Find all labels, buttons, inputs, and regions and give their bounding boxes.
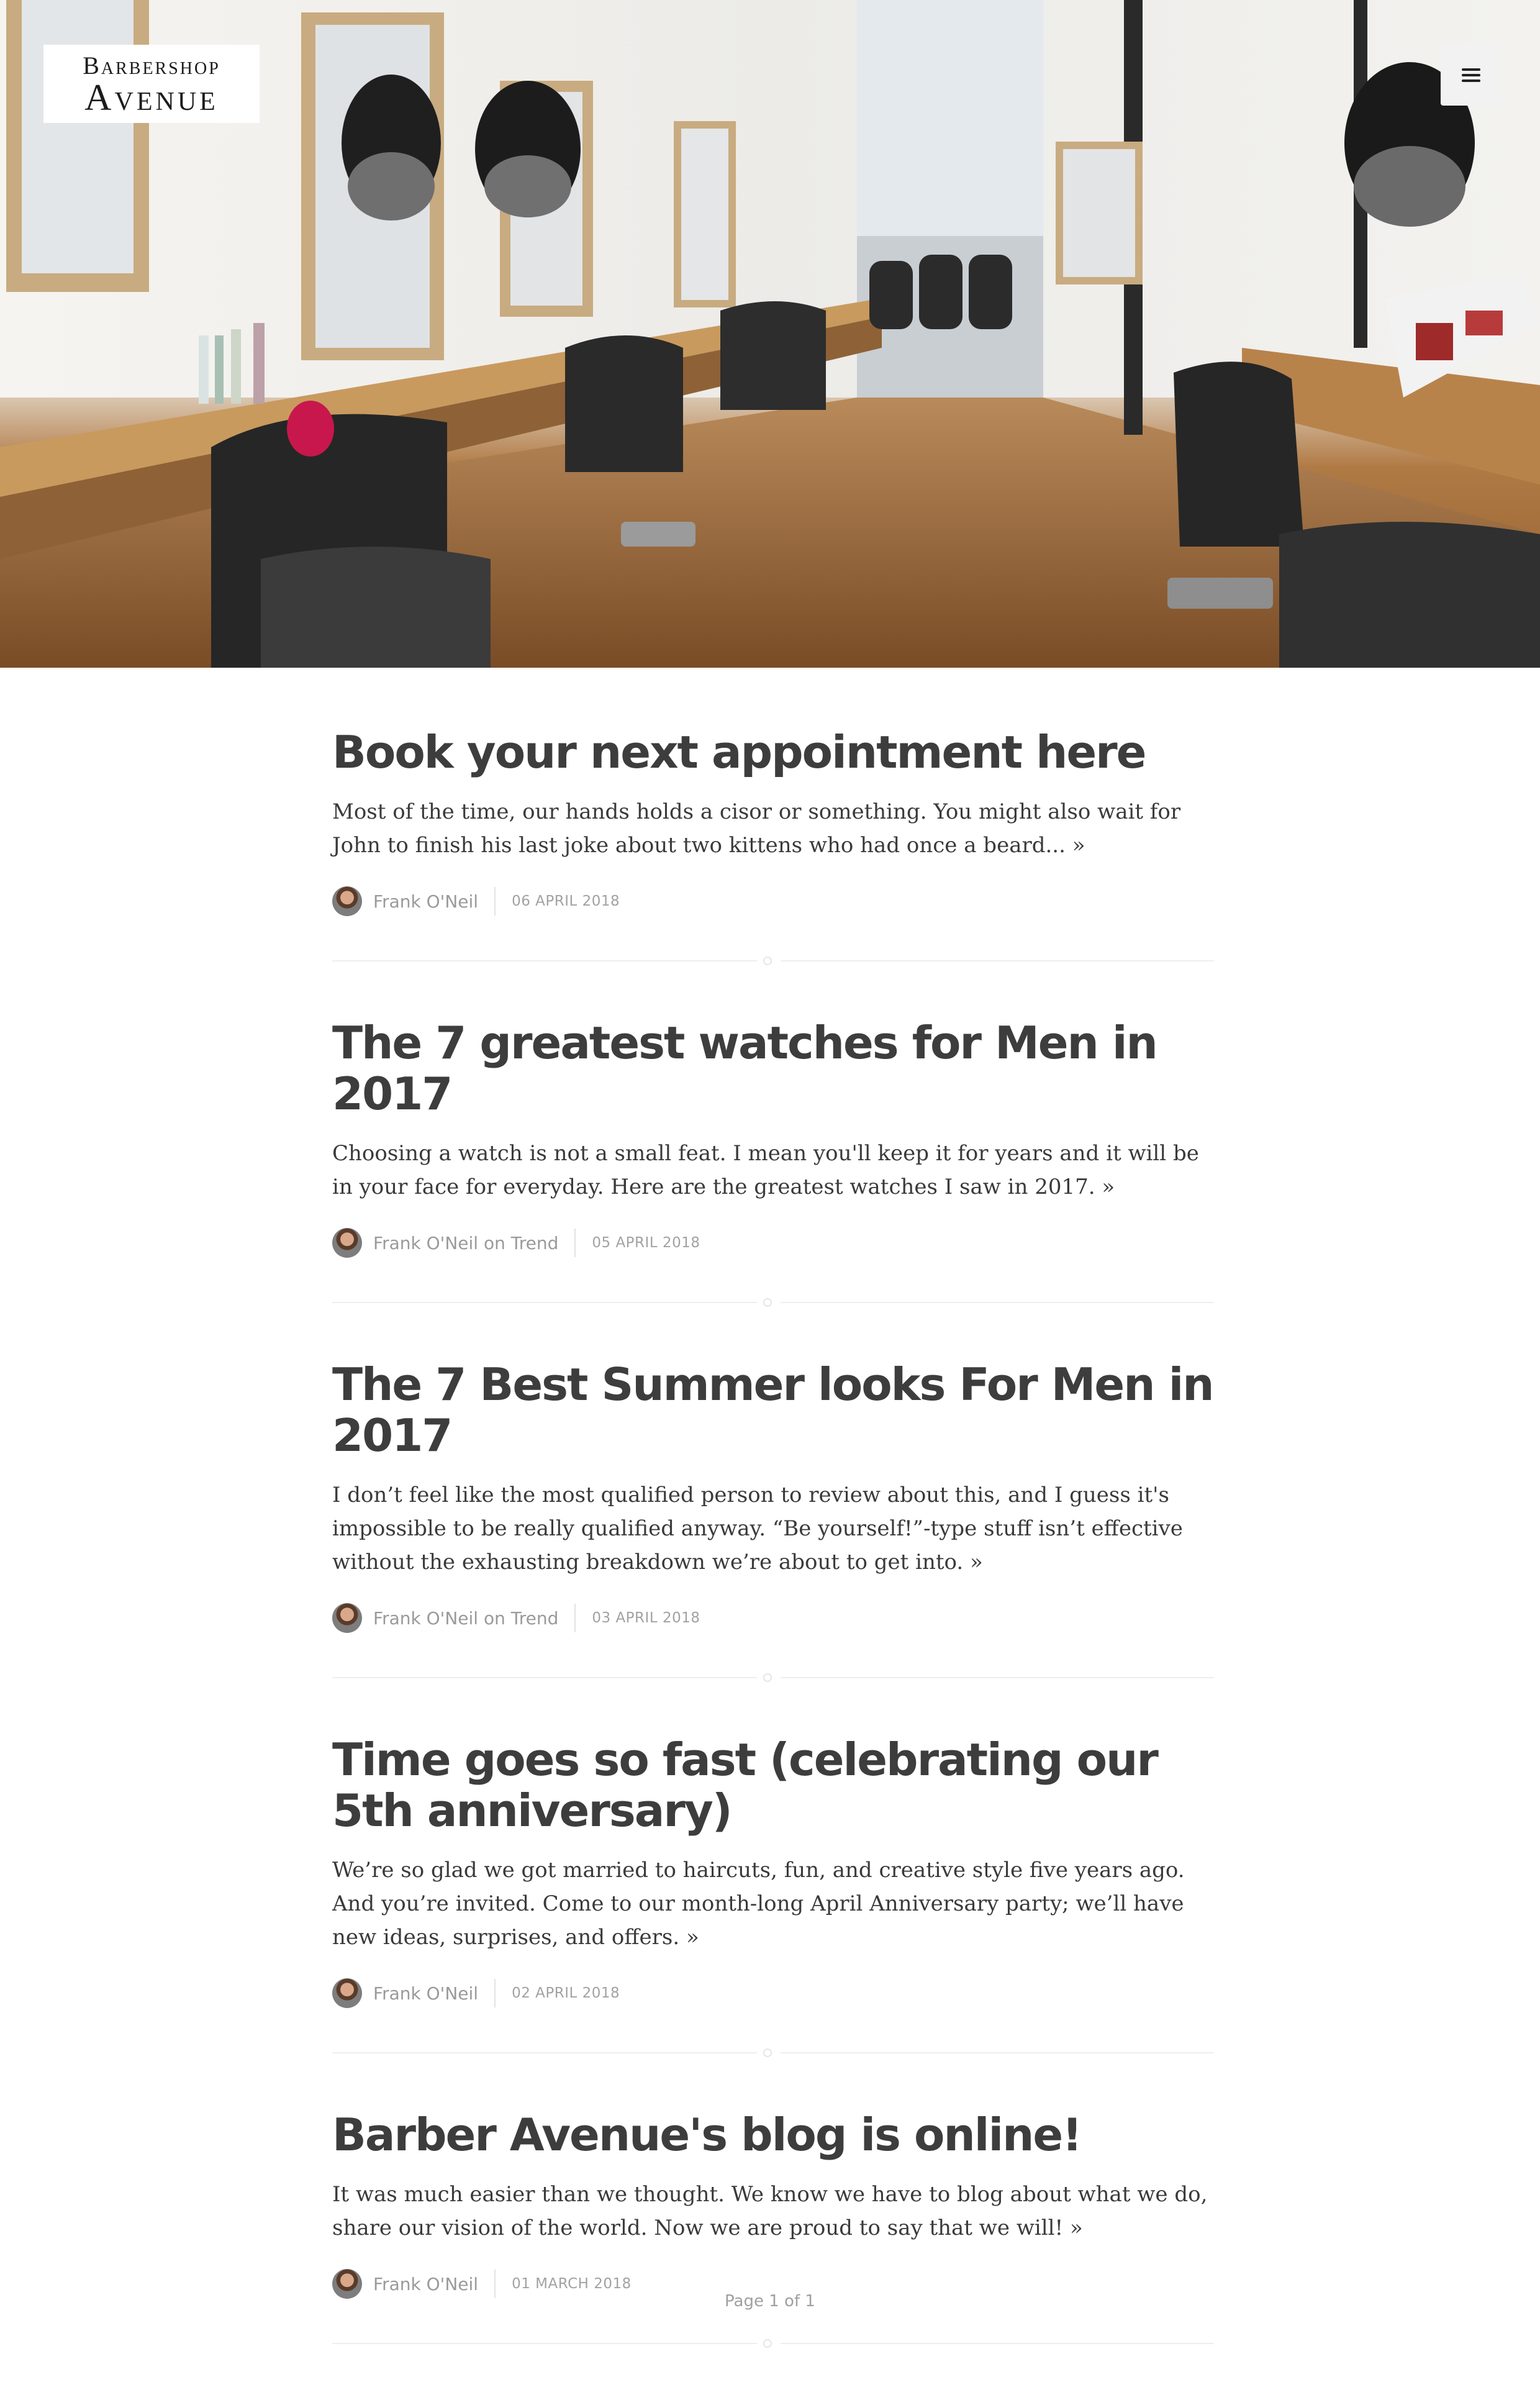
post-card: The 7 Best Summer looks For Men in 2017 … (332, 1359, 1215, 1682)
read-more-link[interactable]: » (686, 1925, 699, 1950)
post-excerpt: It was much easier than we thought. We k… (332, 2178, 1214, 2245)
post-author[interactable]: Frank O'Neil on Trend (373, 1608, 558, 1629)
meta-separator (494, 887, 496, 916)
author-avatar[interactable] (332, 886, 362, 916)
hero-banner: Barbershop Avenue (0, 0, 1540, 668)
hamburger-menu-icon (1462, 68, 1480, 82)
post-excerpt-text: Most of the time, our hands holds a ciso… (332, 799, 1181, 858)
logo-line-barbershop: Barbershop (83, 52, 220, 80)
post-title[interactable]: Barber Avenue's blog is online! (332, 2109, 1214, 2160)
post-title[interactable]: Time goes so fast (celebrating our 5th a… (332, 1734, 1214, 1836)
read-more-link[interactable]: » (970, 1550, 983, 1575)
post-card: The 7 greatest watches for Men in 2017 C… (332, 1017, 1214, 1307)
post-meta: Frank O'Neil on Trend 05 April 2018 (332, 1227, 1214, 1258)
author-avatar[interactable] (332, 1228, 362, 1258)
post-divider (332, 2048, 1214, 2057)
post-divider (332, 957, 1214, 965)
post-meta: Frank O'Neil 02 April 2018 (332, 1978, 1214, 2009)
post-meta: Frank O'Neil 06 April 2018 (332, 886, 1214, 917)
author-avatar[interactable] (332, 1978, 362, 2008)
menu-button[interactable] (1441, 45, 1502, 106)
post-excerpt-text: Choosing a watch is not a small feat. I … (332, 1141, 1199, 1199)
post-card: Time goes so fast (celebrating our 5th a… (332, 1734, 1214, 2057)
post-title[interactable]: The 7 greatest watches for Men in 2017 (332, 1017, 1214, 1119)
post-author[interactable]: Frank O'Neil (373, 2274, 478, 2294)
logo-line-avenue: Avenue (84, 77, 219, 118)
read-more-link[interactable]: » (1102, 1175, 1115, 1199)
post-divider (332, 1298, 1214, 1307)
author-avatar[interactable] (332, 1603, 362, 1633)
site-logo[interactable]: Barbershop Avenue (43, 45, 260, 123)
post-divider (332, 2339, 1214, 2348)
post-title[interactable]: The 7 Best Summer looks For Men in 2017 (332, 1359, 1215, 1461)
post-divider (332, 1673, 1214, 1682)
post-date: 06 April 2018 (512, 893, 620, 909)
post-title[interactable]: Book your next appointment here (332, 727, 1214, 778)
post-excerpt-text: We’re so glad we got married to haircuts… (332, 1858, 1185, 1950)
post-author[interactable]: Frank O'Neil on Trend (373, 1233, 558, 1253)
post-date: 01 March 2018 (512, 2276, 632, 2292)
post-feed: Book your next appointment here Most of … (332, 727, 1215, 2400)
post-excerpt: Most of the time, our hands holds a ciso… (332, 795, 1214, 862)
meta-separator (574, 1229, 576, 1257)
post-author[interactable]: Frank O'Neil (373, 891, 478, 912)
post-excerpt: We’re so glad we got married to haircuts… (332, 1853, 1214, 1954)
post-excerpt: Choosing a watch is not a small feat. I … (332, 1137, 1214, 1204)
post-excerpt: I don’t feel like the most qualified per… (332, 1478, 1214, 1579)
post-card: Book your next appointment here Most of … (332, 727, 1214, 965)
meta-separator (574, 1604, 576, 1632)
post-card: Barber Avenue's blog is online! It was m… (332, 2109, 1214, 2348)
post-excerpt-text: I don’t feel like the most qualified per… (332, 1483, 1183, 1575)
read-more-link[interactable]: » (1072, 833, 1085, 858)
pagination-label: Page 1 of 1 (725, 2292, 815, 2311)
post-date: 02 April 2018 (512, 1985, 620, 2001)
post-date: 03 April 2018 (592, 1610, 700, 1626)
read-more-link[interactable]: » (1070, 2216, 1083, 2240)
post-meta: Frank O'Neil on Trend 03 April 2018 (332, 1602, 1214, 1634)
meta-separator (494, 1979, 496, 2007)
post-author[interactable]: Frank O'Neil (373, 1983, 478, 2004)
post-date: 05 April 2018 (592, 1235, 700, 1251)
